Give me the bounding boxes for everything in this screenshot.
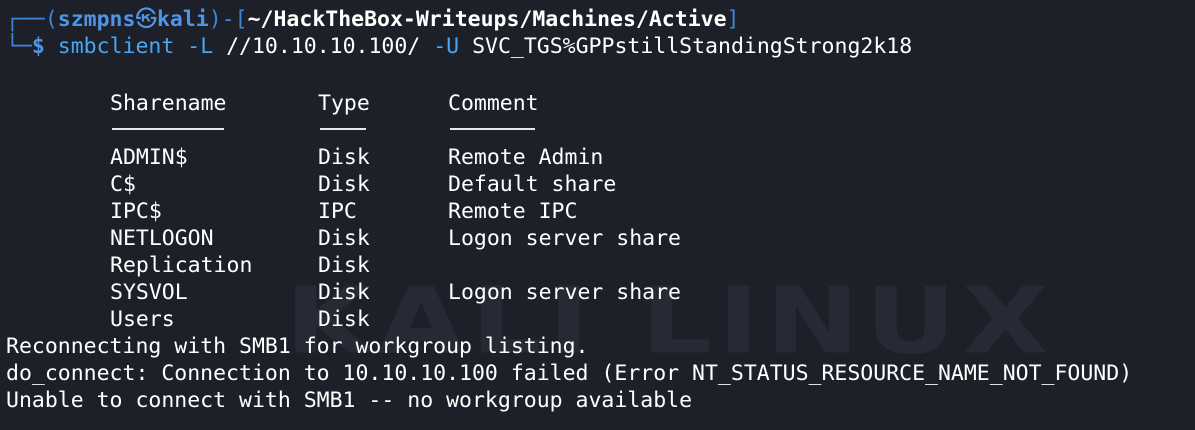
command-flag-list: -L [187, 34, 214, 59]
prompt-symbol: $ [31, 34, 45, 59]
prompt-line: ┌──(szmpns㉿kali)-[~/HackTheBox-Writeups/… [6, 6, 739, 33]
skull-icon: ㉿ [135, 7, 157, 32]
output-line: Unable to connect with SMB1 -- no workgr… [6, 388, 693, 413]
share-type: Disk [318, 307, 370, 332]
share-name: Users [110, 307, 175, 332]
share-name: IPC$ [110, 199, 162, 224]
command-line[interactable]: └─$ smbclient -L //10.10.10.100/ -U SVC_… [6, 33, 912, 60]
share-type: Disk [318, 280, 370, 305]
share-comment: Logon server share [448, 226, 681, 251]
command-credential: SVC_TGS%GPPstillStandingStrong2k18 [472, 34, 913, 59]
prompt-host: kali [156, 7, 209, 32]
share-type: Disk [318, 172, 370, 197]
share-name: SYSVOL [110, 280, 188, 305]
header-type: Type [318, 91, 370, 116]
share-name: NETLOGON [110, 226, 214, 251]
share-type: Disk [318, 253, 370, 278]
header-comment: Comment [448, 91, 539, 116]
header-underline-sharename [112, 128, 224, 130]
prompt-path: ~/HackTheBox-Writeups/Machines/Active [247, 7, 727, 32]
command-target: //10.10.10.100/ [226, 34, 421, 59]
prompt-user: szmpns [57, 7, 136, 32]
command-program: smbclient [57, 34, 175, 59]
share-comment: Logon server share [448, 280, 681, 305]
header-underline-type [320, 128, 366, 130]
prompt-corner: └─ [6, 34, 32, 59]
share-comment: Remote IPC [448, 199, 578, 224]
prompt-bracket-close: ] [726, 7, 740, 32]
command-flag-user: -U [433, 34, 460, 59]
output-line: Reconnecting with SMB1 for workgroup lis… [6, 334, 589, 359]
share-name: C$ [110, 172, 136, 197]
terminal-window[interactable]: KALI LINUX ┌──(szmpns㉿kali)-[~/HackTheBo… [0, 0, 1195, 430]
header-underline-comment [450, 128, 535, 130]
share-type: Disk [318, 226, 370, 251]
share-comment: Default share [448, 172, 617, 197]
share-comment: Remote Admin [448, 145, 604, 170]
share-name: Replication [110, 253, 253, 278]
header-sharename: Sharename [110, 91, 227, 116]
share-name: ADMIN$ [110, 145, 188, 170]
share-type: Disk [318, 145, 370, 170]
prompt-bracket-open: ┌──( [6, 7, 58, 32]
share-type: IPC [318, 199, 357, 224]
prompt-separator: )-[ [208, 7, 248, 32]
output-line: do_connect: Connection to 10.10.10.100 f… [6, 361, 1133, 386]
